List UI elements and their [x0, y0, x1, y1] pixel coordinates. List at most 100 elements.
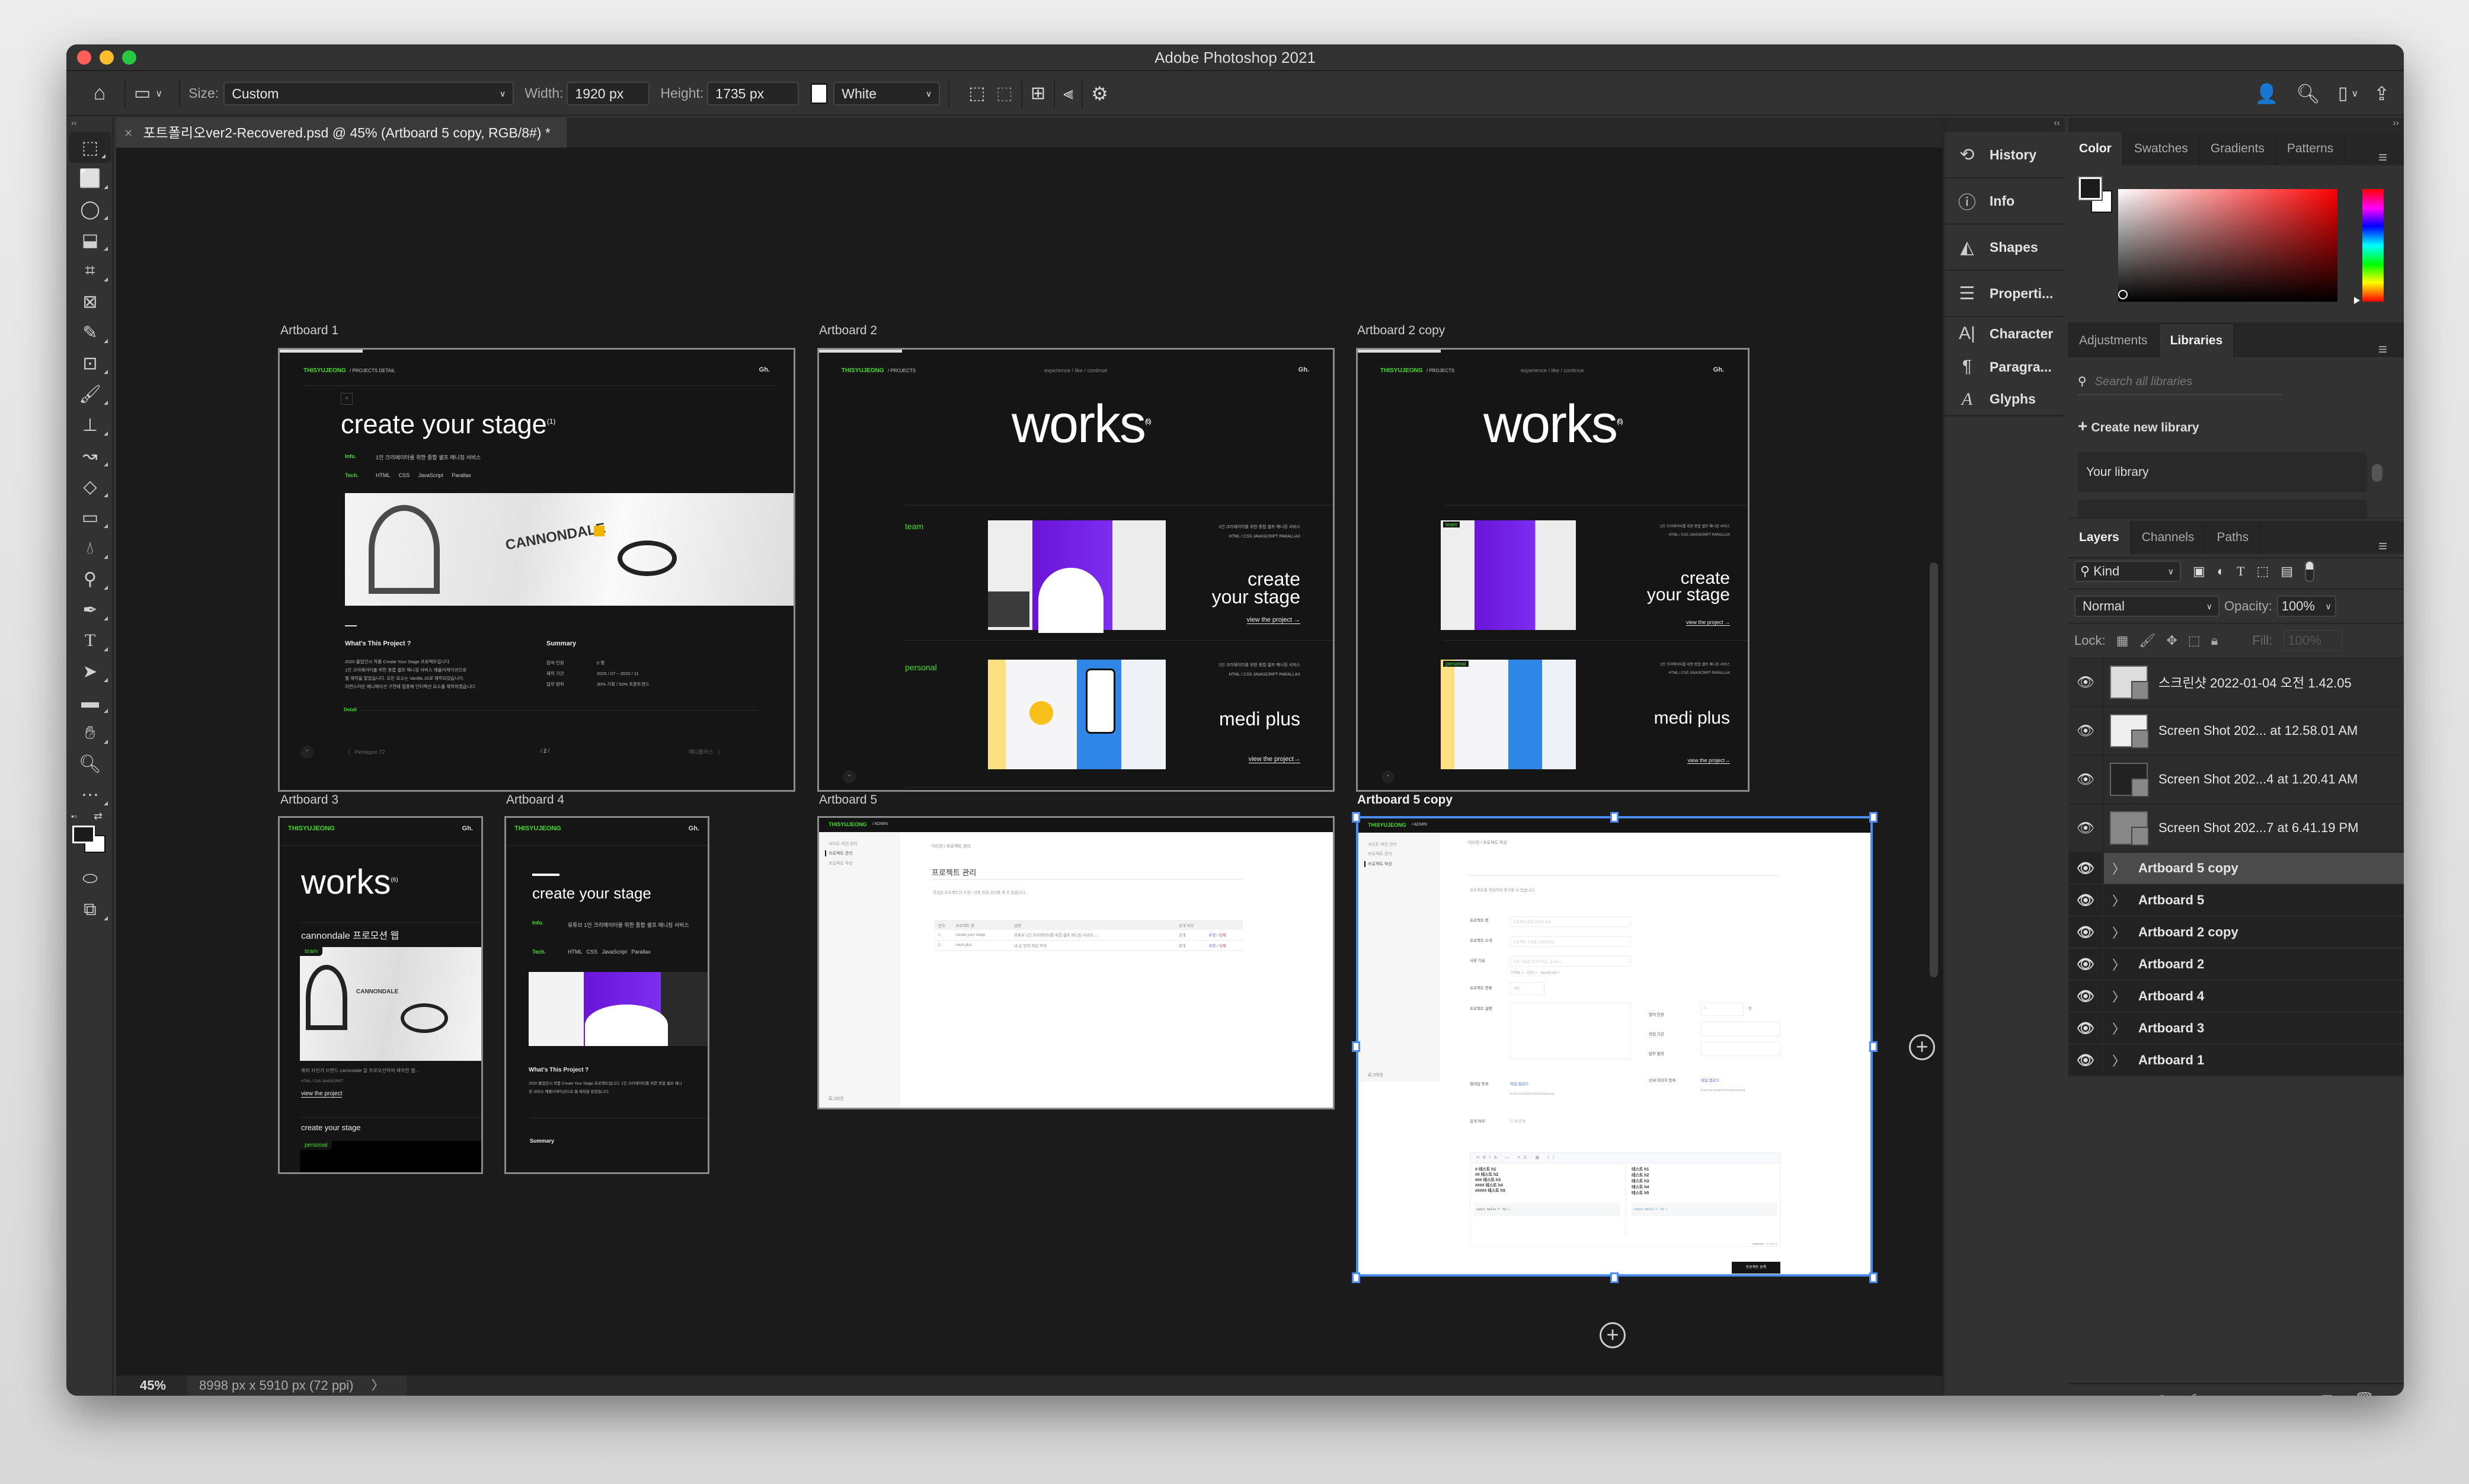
- swap-colors-icon[interactable]: ⇄: [94, 810, 103, 823]
- hand-tool-icon[interactable]: ✋︎: [66, 718, 114, 749]
- close-button[interactable]: [77, 50, 91, 65]
- zoom-tool-icon[interactable]: 🔍︎: [66, 749, 114, 779]
- resize-handle[interactable]: [1610, 1272, 1619, 1283]
- visibility-eye-icon[interactable]: 👁︎: [2068, 949, 2104, 980]
- background-swatch[interactable]: [811, 83, 828, 104]
- visibility-eye-icon[interactable]: 👁︎: [2068, 1045, 2104, 1076]
- more-tools-icon[interactable]: ⋯: [66, 779, 114, 810]
- history-panel-button[interactable]: ⟲ History: [1945, 132, 2065, 178]
- artboard-5-copy-label[interactable]: Artboard 5 copy: [1357, 793, 1453, 807]
- hue-slider[interactable]: [2362, 189, 2384, 302]
- expand-chevron-icon[interactable]: 〉: [2112, 955, 2125, 974]
- filter-pixel-icon[interactable]: ▣: [2193, 564, 2205, 579]
- zoom-level[interactable]: 45%: [140, 1376, 166, 1396]
- workspace-chevron-icon[interactable]: ∨: [2351, 88, 2358, 100]
- info-panel-button[interactable]: ⓘ Info: [1945, 178, 2065, 225]
- resize-handle[interactable]: [1352, 1272, 1360, 1283]
- brush-tool-icon[interactable]: 🖌︎: [66, 379, 114, 410]
- artboard-2-copy[interactable]: THISYUJEONG / PROJECTS experience / like…: [1356, 348, 1750, 792]
- spot-healing-tool-icon[interactable]: ⊡: [66, 348, 114, 379]
- resize-handle[interactable]: [1352, 1041, 1360, 1052]
- dodge-tool-icon[interactable]: ⚲: [66, 564, 114, 594]
- clone-stamp-tool-icon[interactable]: ⊥: [66, 410, 114, 440]
- zoom-button[interactable]: [122, 50, 136, 65]
- collapse-panels-icon[interactable]: ››: [2068, 118, 2404, 132]
- expand-chevron-icon[interactable]: 〉: [2112, 923, 2125, 942]
- tab-libraries[interactable]: Libraries: [2159, 324, 2235, 357]
- share-user-icon[interactable]: 👤: [2254, 82, 2278, 105]
- landscape-orientation-icon[interactable]: ⬚: [996, 83, 1013, 104]
- minimize-button[interactable]: [100, 50, 114, 65]
- crop-tool-icon[interactable]: ⌗: [66, 255, 114, 286]
- resize-handle[interactable]: [1610, 812, 1619, 823]
- expand-chevron-icon[interactable]: 〉: [2112, 859, 2125, 878]
- panel-menu-icon[interactable]: ≡: [2368, 529, 2398, 562]
- visibility-eye-icon[interactable]: 👁︎: [2068, 885, 2104, 916]
- background-select[interactable]: White ∨: [833, 81, 941, 105]
- layer-row[interactable]: 👁︎ Screen Shot 202...7 at 6.41.19 PM: [2068, 804, 2404, 853]
- tab-adjustments[interactable]: Adjustments: [2068, 324, 2160, 357]
- search-icon[interactable]: 🔍︎: [2296, 82, 2320, 105]
- artboard-3-label[interactable]: Artboard 3: [280, 793, 338, 807]
- tab-layers[interactable]: Layers: [2068, 521, 2131, 554]
- glyphs-panel-button[interactable]: A Glyphs: [1945, 383, 2065, 417]
- fx-icon[interactable]: fx: [2190, 1392, 2201, 1396]
- visibility-eye-icon[interactable]: 👁︎: [2068, 981, 2104, 1012]
- close-tab-icon[interactable]: ×: [124, 125, 132, 140]
- path-selection-tool-icon[interactable]: ➤: [66, 656, 114, 687]
- lock-transparent-icon[interactable]: ▦: [2116, 633, 2129, 648]
- properties-panel-button[interactable]: ☰ Properti...: [1945, 271, 2065, 317]
- tab-color[interactable]: Color: [2068, 132, 2123, 165]
- expand-chevron-icon[interactable]: 〉: [2112, 1051, 2125, 1070]
- layer-row-artboard-3[interactable]: 👁︎ 〉 Artboard 3: [2068, 1013, 2404, 1045]
- adjustment-layer-icon[interactable]: ◐: [2253, 1391, 2262, 1396]
- layer-row-artboard-5[interactable]: 👁︎ 〉 Artboard 5: [2068, 885, 2404, 917]
- eraser-tool-icon[interactable]: ◇: [66, 471, 114, 502]
- layer-row[interactable]: 👁︎ Screen Shot 202... at 12.58.01 AM: [2068, 707, 2404, 756]
- layer-row[interactable]: 👁︎ 스크린샷 2022-01-04 오전 1.42.05: [2068, 658, 2404, 707]
- add-artboard-below-icon[interactable]: +: [1600, 1322, 1626, 1348]
- add-mask-icon[interactable]: ◙: [2222, 1391, 2232, 1396]
- tab-channels[interactable]: Channels: [2131, 521, 2206, 554]
- artboard-3[interactable]: THISYUJEONG Gh. works(6) cannondale 프로모션…: [278, 816, 483, 1174]
- foreground-color[interactable]: [72, 826, 95, 843]
- quick-mask-icon[interactable]: ⬭: [66, 863, 114, 894]
- artboard-4-label[interactable]: Artboard 4: [506, 793, 564, 807]
- delete-layer-icon[interactable]: 🗑︎: [2355, 1391, 2374, 1396]
- hue-slider-handle[interactable]: [2354, 297, 2360, 304]
- visibility-eye-icon[interactable]: 👁︎: [2068, 1013, 2104, 1044]
- new-group-icon[interactable]: ▬: [2283, 1391, 2299, 1396]
- blur-tool-icon[interactable]: 💧︎: [66, 533, 114, 564]
- gear-icon[interactable]: ⚙: [1091, 82, 1108, 105]
- width-input[interactable]: 1920 px: [567, 81, 650, 105]
- artboard-5-label[interactable]: Artboard 5: [819, 793, 877, 807]
- filter-toggle[interactable]: [2305, 561, 2315, 582]
- document-tab[interactable]: × 포트폴리오ver2-Recovered.psd @ 45% (Artboard…: [116, 118, 567, 148]
- vertical-scrollbar[interactable]: [1930, 562, 1938, 977]
- rectangular-marquee-tool-icon[interactable]: ⬜: [66, 163, 114, 194]
- add-artboard-right-icon[interactable]: +: [1909, 1034, 1935, 1060]
- pen-tool-icon[interactable]: ✒: [66, 594, 114, 625]
- layer-row-artboard-4[interactable]: 👁︎ 〉 Artboard 4: [2068, 981, 2404, 1013]
- visibility-eye-icon[interactable]: 👁︎: [2068, 804, 2104, 852]
- artboard-2[interactable]: THISYUJEONG / PROJECTS experience / like…: [817, 348, 1335, 792]
- resize-handle[interactable]: [1869, 1041, 1878, 1052]
- filter-kind-select[interactable]: ⚲ Kind ∨: [2074, 561, 2181, 582]
- workspace-icon[interactable]: ▯: [2338, 83, 2348, 104]
- default-colors-icon[interactable]: ▪▫: [71, 811, 77, 821]
- home-icon[interactable]: ⌂: [83, 82, 116, 105]
- doc-info[interactable]: 8998 px x 5910 px (72 ppi) 〉: [187, 1376, 407, 1396]
- expand-chevron-icon[interactable]: 〉: [2112, 987, 2125, 1006]
- lock-all-icon[interactable]: 🔒︎: [2211, 633, 2218, 648]
- screen-mode-icon[interactable]: ⧉: [66, 894, 114, 925]
- lock-position-icon[interactable]: ✥: [2166, 633, 2177, 648]
- eyedropper-tool-icon[interactable]: ✎: [66, 317, 114, 348]
- add-artboard-icon[interactable]: ⊞: [1031, 83, 1045, 104]
- libraries-scrollbar[interactable]: [2372, 464, 2382, 482]
- object-selection-tool-icon[interactable]: ⬓: [66, 225, 114, 255]
- history-brush-tool-icon[interactable]: ↝: [66, 440, 114, 471]
- visibility-eye-icon[interactable]: 👁︎: [2068, 707, 2104, 754]
- filter-smart-object-icon[interactable]: ▤: [2281, 564, 2293, 579]
- color-field[interactable]: [2118, 189, 2337, 302]
- lock-image-icon[interactable]: 🖌︎: [2139, 633, 2155, 648]
